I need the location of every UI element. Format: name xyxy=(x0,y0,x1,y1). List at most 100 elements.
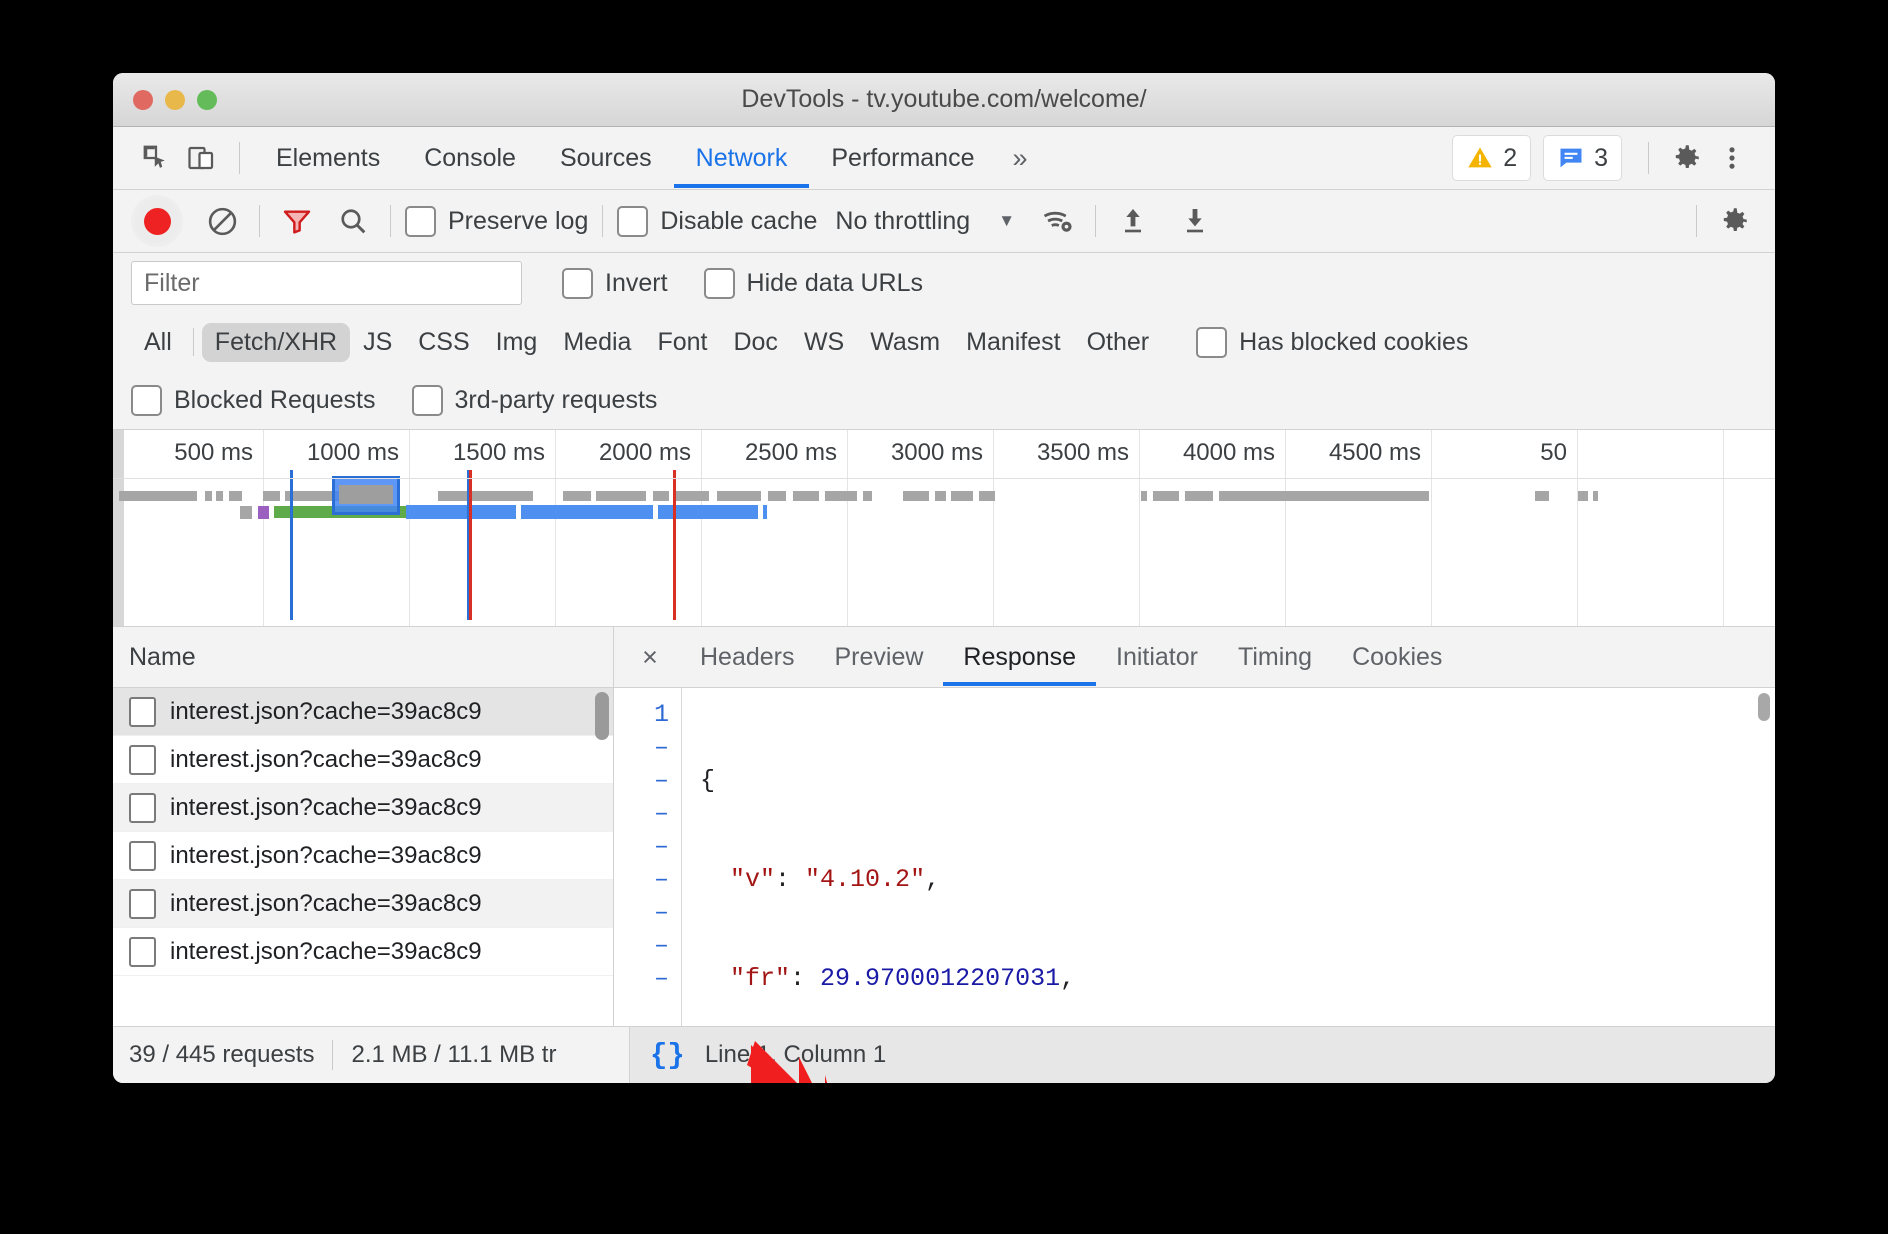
throttling-select[interactable]: No throttling xyxy=(835,207,970,236)
line-number: 1 xyxy=(614,698,669,731)
export-har-icon[interactable] xyxy=(1172,198,1218,244)
table-row[interactable]: interest.json?cache=39ac8c9 xyxy=(113,784,613,832)
line-number: – xyxy=(614,929,669,962)
response-scrollbar[interactable] xyxy=(1758,693,1770,721)
close-icon[interactable]: × xyxy=(628,635,672,679)
tab-response[interactable]: Response xyxy=(943,628,1096,686)
request-name: interest.json?cache=39ac8c9 xyxy=(170,698,482,726)
network-summary: 39 / 445 requests 2.1 MB / 11.1 MB tr xyxy=(113,1027,630,1083)
overview-request-bar xyxy=(263,491,280,501)
wifi-gear-icon[interactable] xyxy=(1035,198,1081,244)
overview-gridline xyxy=(1577,430,1578,626)
message-badge[interactable]: 3 xyxy=(1543,135,1622,181)
overview-tick-label: 2500 ms xyxy=(737,439,837,467)
table-row[interactable]: interest.json?cache=39ac8c9 xyxy=(113,688,613,736)
pretty-print-button[interactable]: {} xyxy=(650,1039,685,1072)
type-filter-doc[interactable]: Doc xyxy=(720,323,790,362)
response-body-viewer[interactable]: 1 – – – – – – – – { "v": "4.10.2", "fr":… xyxy=(614,688,1775,1026)
response-json-code[interactable]: { "v": "4.10.2", "fr": 29.9700012207031,… xyxy=(682,688,1775,1026)
inspect-element-icon[interactable] xyxy=(133,135,179,181)
tab-performance[interactable]: Performance xyxy=(809,128,996,188)
hide-data-urls-checkbox[interactable]: Hide data URLs xyxy=(704,268,923,299)
overview-selection-window[interactable] xyxy=(332,476,400,515)
chevron-down-icon[interactable]: ▼ xyxy=(998,211,1015,231)
status-bar: 39 / 445 requests 2.1 MB / 11.1 MB tr {}… xyxy=(113,1026,1775,1083)
overview-gridline xyxy=(1139,430,1140,626)
type-filter-ws[interactable]: WS xyxy=(791,323,857,362)
type-filter-all[interactable]: All xyxy=(131,323,185,362)
overview-request-bar xyxy=(825,491,857,501)
tab-console[interactable]: Console xyxy=(402,128,538,188)
type-filter-font[interactable]: Font xyxy=(644,323,720,362)
overview-tick-label: 1000 ms xyxy=(299,439,399,467)
tab-headers[interactable]: Headers xyxy=(680,628,815,686)
has-blocked-cookies-box[interactable] xyxy=(1196,327,1227,358)
preserve-log-checkbox[interactable]: Preserve log xyxy=(405,206,588,237)
overview-request-bar xyxy=(935,491,946,501)
filter-icon[interactable] xyxy=(274,198,320,244)
type-filter-css[interactable]: CSS xyxy=(405,323,482,362)
preserve-log-box[interactable] xyxy=(405,206,436,237)
request-name: interest.json?cache=39ac8c9 xyxy=(170,794,482,822)
column-header-name[interactable]: Name xyxy=(113,627,613,688)
type-filter-manifest[interactable]: Manifest xyxy=(953,323,1073,362)
tab-cookies[interactable]: Cookies xyxy=(1332,628,1462,686)
type-filter-media[interactable]: Media xyxy=(550,323,644,362)
type-filter-wasm[interactable]: Wasm xyxy=(857,323,953,362)
overview-gridline xyxy=(409,430,410,626)
request-name: interest.json?cache=39ac8c9 xyxy=(170,890,482,918)
nettoolbar-divider-5 xyxy=(1696,205,1697,237)
tab-elements[interactable]: Elements xyxy=(254,128,402,188)
third-party-requests-checkbox[interactable]: 3rd-party requests xyxy=(412,385,658,416)
clear-button[interactable] xyxy=(199,198,245,244)
search-input[interactable]: Filter xyxy=(131,261,522,305)
tab-timing[interactable]: Timing xyxy=(1218,628,1332,686)
blocked-requests-checkbox[interactable]: Blocked Requests xyxy=(131,385,376,416)
disable-cache-checkbox[interactable]: Disable cache xyxy=(617,206,817,237)
hide-data-urls-box[interactable] xyxy=(704,268,735,299)
table-row[interactable]: interest.json?cache=39ac8c9 xyxy=(113,880,613,928)
record-button[interactable] xyxy=(131,195,183,247)
invert-checkbox[interactable]: Invert xyxy=(562,268,668,299)
json-key: "fr" xyxy=(730,964,790,993)
transfer-size: 2.1 MB / 11.1 MB tr xyxy=(351,1041,556,1069)
type-filter-img[interactable]: Img xyxy=(483,323,551,362)
blocked-requests-box[interactable] xyxy=(131,385,162,416)
overview-left-band xyxy=(113,430,124,626)
overview-tick-label: 3500 ms xyxy=(1029,439,1129,467)
tab-sources[interactable]: Sources xyxy=(538,128,674,188)
json-key: "v" xyxy=(730,865,775,894)
overview-gridline xyxy=(1723,430,1724,626)
request-list-scrollbar[interactable] xyxy=(595,692,609,740)
tab-network[interactable]: Network xyxy=(674,128,810,188)
tab-preview[interactable]: Preview xyxy=(815,628,944,686)
network-settings-gear-icon[interactable] xyxy=(1711,198,1757,244)
third-party-requests-box[interactable] xyxy=(412,385,443,416)
network-overview[interactable]: 500 ms 1000 ms 1500 ms 2000 ms 2500 ms 3… xyxy=(113,430,1775,627)
gear-icon[interactable] xyxy=(1663,135,1709,181)
search-icon[interactable] xyxy=(330,198,376,244)
type-filter-other[interactable]: Other xyxy=(1074,323,1163,362)
load-event-marker-2 xyxy=(467,470,469,620)
more-tabs-icon[interactable]: » xyxy=(996,143,1043,174)
has-blocked-cookies-checkbox[interactable]: Has blocked cookies xyxy=(1196,327,1468,358)
table-row[interactable]: interest.json?cache=39ac8c9 xyxy=(113,736,613,784)
overview-request-bar xyxy=(979,491,995,501)
invert-box[interactable] xyxy=(562,268,593,299)
overview-request-bar xyxy=(951,491,973,501)
warning-badge[interactable]: 2 xyxy=(1452,135,1531,181)
brace-open: { xyxy=(700,766,715,795)
import-har-icon[interactable] xyxy=(1110,198,1156,244)
type-filter-fetch-xhr[interactable]: Fetch/XHR xyxy=(202,323,350,362)
request-rows[interactable]: interest.json?cache=39ac8c9 interest.jso… xyxy=(113,688,613,1026)
tab-initiator[interactable]: Initiator xyxy=(1096,628,1218,686)
table-row[interactable]: interest.json?cache=39ac8c9 xyxy=(113,832,613,880)
table-row[interactable]: interest.json?cache=39ac8c9 xyxy=(113,928,613,976)
json-value: "4.10.2" xyxy=(805,865,925,894)
type-filter-js[interactable]: JS xyxy=(350,323,405,362)
vertical-dots-icon[interactable] xyxy=(1709,135,1755,181)
overview-request-bar xyxy=(793,491,819,501)
overview-selection-fill xyxy=(339,485,393,504)
device-toolbar-icon[interactable] xyxy=(179,135,225,181)
disable-cache-box[interactable] xyxy=(617,206,648,237)
